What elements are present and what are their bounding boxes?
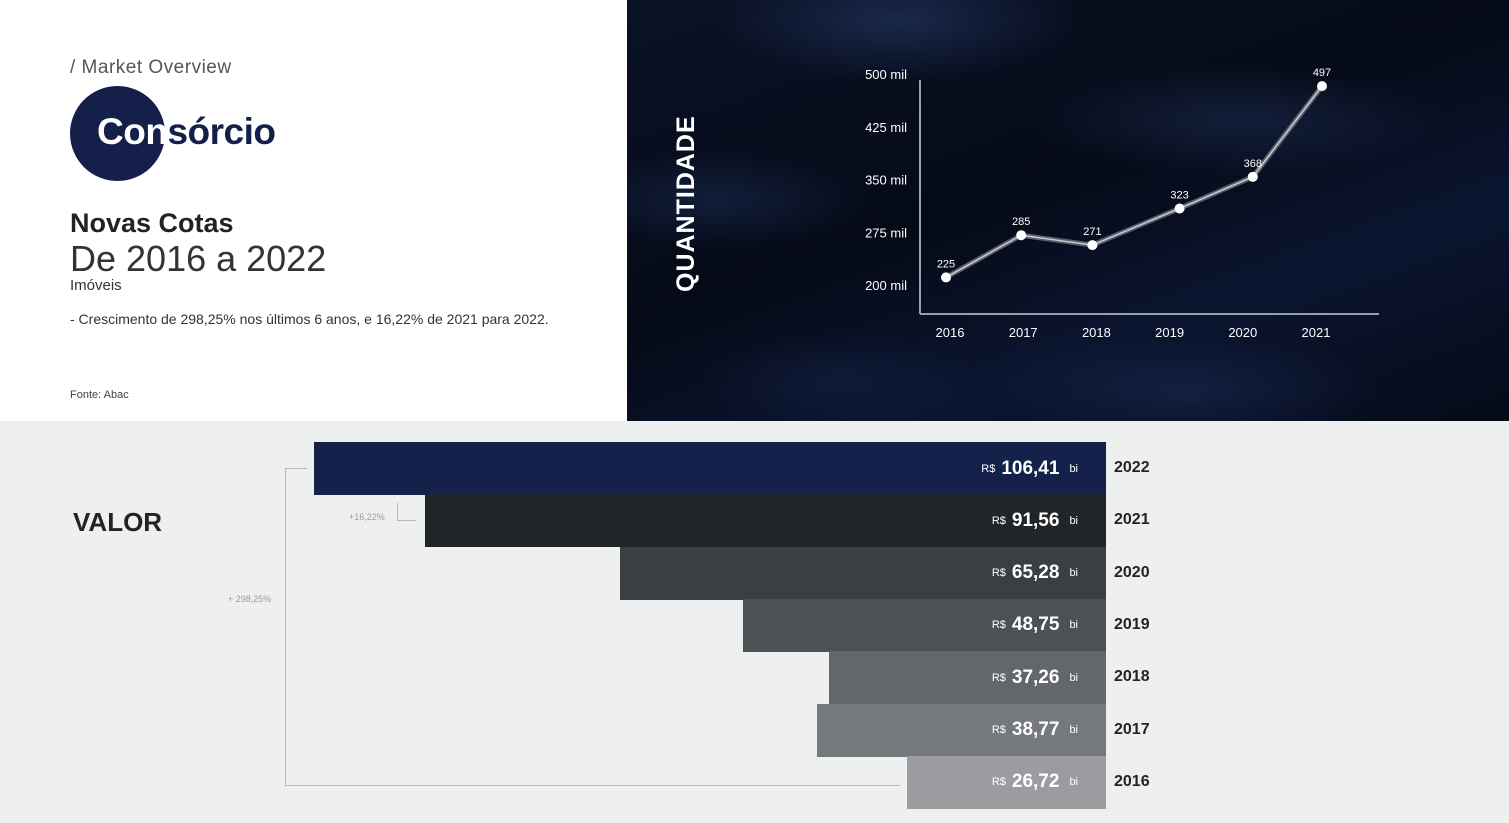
x-tick-label: 2019 [1155, 325, 1184, 340]
currency-label: R$ [991, 671, 1006, 684]
y-tick-label: 425 mil [865, 120, 907, 135]
data-label: 285 [1012, 216, 1030, 228]
x-tick-label: 2017 [1009, 325, 1038, 340]
bar-value-label: R$ 91,56 bi [992, 494, 1078, 547]
data-point [1087, 240, 1098, 251]
bar-category-label: 2020 [1114, 563, 1150, 581]
y-tick-label: 275 mil [865, 225, 907, 240]
data-point [1174, 203, 1185, 214]
bar-category-label: 2019 [1114, 615, 1150, 633]
breadcrumb: / Market Overview [70, 57, 232, 78]
bar-category-label: 2022 [1114, 459, 1150, 476]
bar-value-label: R$ 26,72 bi [992, 756, 1078, 809]
brand-title: Consórcio [97, 111, 276, 153]
unit-label: bi [1069, 462, 1078, 475]
bar-value: 37,26 [1011, 666, 1060, 688]
value-bar: R$ 91,56 bi [425, 494, 1106, 548]
data-label: 323 [1170, 189, 1188, 201]
data-point [1016, 230, 1027, 241]
value-bar: R$ 38,77 bi [817, 703, 1106, 757]
bar-category-label: 2021 [1114, 511, 1150, 529]
x-tick-label: 2021 [1302, 325, 1331, 340]
value-bar: R$ 26,72 bi [907, 755, 1106, 809]
bar-value-label: R$ 65,28 bi [992, 547, 1078, 600]
yearly-growth-label: +16,22% [349, 512, 385, 522]
bar-value-label: R$ 48,75 bi [992, 599, 1078, 652]
page-title: Novas Cotas [70, 208, 234, 238]
data-label: 225 [937, 258, 955, 270]
series-line [945, 85, 1323, 279]
bar-value: 48,75 [1011, 614, 1060, 636]
intro-panel: / Market Overview Consórcio Novas Cotas … [0, 0, 627, 421]
unit-label: bi [1069, 671, 1078, 684]
category-label: Imóveis [70, 277, 122, 294]
value-chart-title: VALOR [73, 507, 163, 537]
brand-title-part2: sórcio [167, 111, 276, 152]
total-growth-label: + 298,25% [228, 594, 272, 604]
unit-label: bi [1069, 514, 1078, 527]
unit-label: bi [1069, 619, 1078, 632]
bar-category-label: 2016 [1114, 772, 1150, 790]
data-label: 271 [1083, 226, 1101, 238]
y-tick-label: 500 mil [865, 67, 907, 82]
source-label: Fonte: Abac [70, 389, 129, 401]
x-tick-label: 2020 [1228, 325, 1257, 340]
quantity-chart-panel: 200 mil 275 mil 350 mil 425 mil 500 mil 2016 2… [627, 0, 1509, 421]
unit-label: bi [1069, 724, 1078, 736]
bar-value: 106,41 [1001, 457, 1060, 479]
bar-category-label: 2017 [1114, 720, 1150, 738]
currency-label: R$ [991, 776, 1006, 789]
growth-note: - Crescimento de 298,25% nos últimos 6 a… [70, 311, 549, 327]
y-tick-label: 200 mil [865, 278, 907, 293]
y-tick-label: 350 mil [865, 173, 907, 188]
data-label: 368 [1244, 158, 1262, 170]
series-line-shadow [944, 84, 1324, 280]
value-bar: R$ 37,26 bi [829, 651, 1106, 705]
value-bar: R$ 65,28 bi [620, 546, 1106, 600]
period-subtitle: De 2016 a 2022 [70, 238, 327, 279]
currency-label: R$ [981, 462, 996, 475]
bar-value-label: R$ 106,41 bi [981, 442, 1078, 495]
currency-label: R$ [991, 514, 1006, 527]
value-bar: R$ 48,75 bi [743, 598, 1106, 652]
bar-value: 65,28 [1011, 562, 1060, 584]
x-tick-label: 2018 [1082, 325, 1111, 340]
unit-label: bi [1069, 567, 1078, 580]
yearly-growth-bracket [397, 503, 416, 521]
data-point [1247, 171, 1258, 182]
bar-value: 38,77 [1011, 719, 1060, 740]
currency-label: R$ [991, 619, 1006, 632]
value-chart-panel: VALOR +16,22% + 298,25% R$ 106,41 bi 2022 R$… [0, 421, 1509, 823]
value-bar: R$ 106,41 bi [314, 442, 1106, 495]
total-growth-bracket-top [285, 468, 307, 469]
bar-value-label: R$ 38,77 bi [992, 704, 1078, 757]
bar-value: 91,56 [1011, 509, 1060, 531]
quantity-line-chart: 200 mil 275 mil 350 mil 425 mil 500 mil 2016 2… [865, 67, 1379, 340]
data-point [941, 272, 951, 283]
unit-label: bi [1069, 776, 1078, 789]
currency-label: R$ [991, 567, 1006, 580]
data-label: 497 [1313, 67, 1331, 79]
currency-label: R$ [991, 724, 1006, 736]
brand-title-part1: Con [97, 111, 168, 152]
data-point [1317, 81, 1327, 92]
quantity-axis-label: QUANTIDADE [672, 115, 700, 292]
bar-value: 26,72 [1011, 771, 1060, 793]
bar-category-label: 2018 [1114, 668, 1150, 686]
bar-value-label: R$ 37,26 bi [992, 651, 1078, 704]
x-tick-label: 2016 [936, 325, 965, 340]
